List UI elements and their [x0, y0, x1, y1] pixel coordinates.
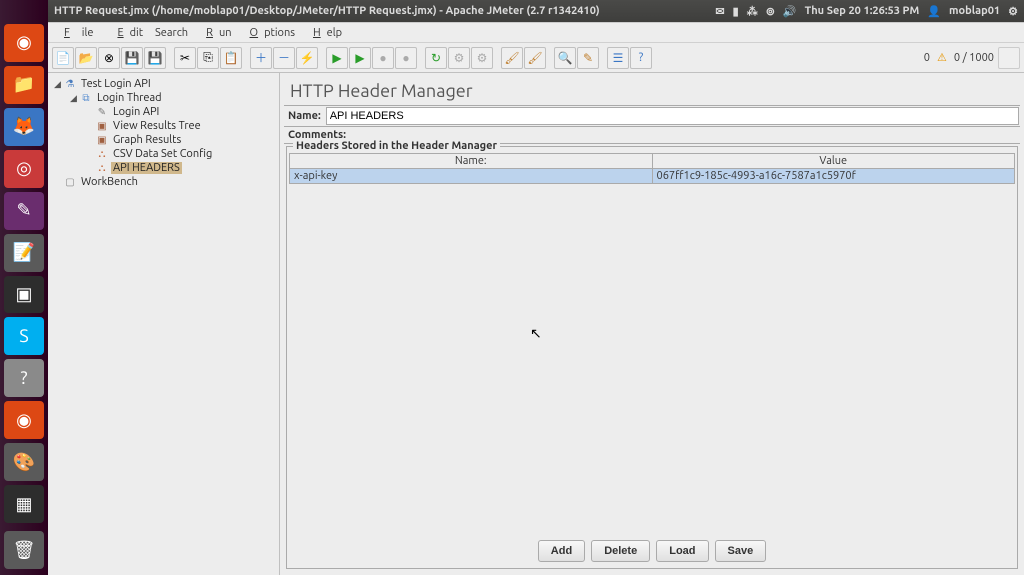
headers-fieldset: Headers Stored in the Header Manager Nam… [286, 146, 1018, 569]
thread-counter: 0 / 1000 [951, 52, 997, 64]
load-button[interactable]: Load [656, 540, 708, 562]
col-name: Name: [290, 154, 653, 169]
table-empty-area[interactable] [289, 184, 1015, 536]
menu-run[interactable]: Run [194, 25, 237, 41]
launcher-dash-icon[interactable]: ◉ [4, 24, 44, 62]
open-button[interactable]: 📂 [75, 47, 97, 69]
config-icon: ⛬ [95, 162, 109, 174]
jmeter-window: File Edit Search Run Options Help 📄 📂 ⊗ … [48, 22, 1024, 575]
clock[interactable]: Thu Sep 20 1:26:53 PM [805, 5, 920, 17]
search-button[interactable]: 🔍 [554, 47, 576, 69]
menu-file[interactable]: File [52, 25, 105, 41]
launcher-skype-icon[interactable]: S [4, 317, 44, 355]
content-panel: HTTP Header Manager Name: Comments: Head… [280, 73, 1024, 575]
user-icon[interactable]: 👤 [927, 5, 941, 18]
tree-toggle-icon[interactable]: ◢ [68, 93, 79, 104]
launcher-ubuntu-icon[interactable]: ◉ [4, 401, 44, 439]
launcher-app-icon[interactable]: ✎ [4, 192, 44, 230]
cell-value[interactable]: 067ff1c9-185c-4993-a16c-7587a1c5970f [652, 169, 1015, 184]
menu-bar: File Edit Search Run Options Help [48, 23, 1024, 43]
save-headers-button[interactable]: Save [715, 540, 767, 562]
name-label: Name: [284, 108, 325, 124]
tree-item-graph-results[interactable]: ▣ Graph Results [84, 133, 277, 147]
cut-button[interactable]: ✂ [174, 47, 196, 69]
cell-name[interactable]: x-api-key [290, 169, 653, 184]
tree-item-csv[interactable]: ⛬ CSV Data Set Config [84, 147, 277, 161]
volume-icon[interactable]: 🔊 [783, 5, 797, 18]
fieldset-legend: Headers Stored in the Header Manager [293, 140, 500, 152]
launcher-gimp-icon[interactable]: 🎨 [4, 443, 44, 481]
thread-icon: ⧉ [79, 92, 93, 104]
tree-toggle-icon[interactable]: ◢ [52, 79, 63, 90]
ubuntu-launcher: ◉ 📁 🦊 ◎ ✎ 📝 ▣ S ? ◉ 🎨 ▦ 🗑 [0, 0, 48, 575]
menu-help[interactable]: Help [301, 25, 348, 41]
tree-thread-group[interactable]: ◢ ⧉ Login Thread [68, 91, 277, 105]
start-button[interactable]: ▶ [326, 47, 348, 69]
menu-options[interactable]: Options [238, 25, 301, 41]
delete-button[interactable]: Delete [591, 540, 650, 562]
workbench-icon: ▢ [63, 176, 77, 188]
function-button[interactable]: ☰ [607, 47, 629, 69]
test-plan-tree: ◢ ⚗ Test Login API ◢ ⧉ Login Thread [48, 73, 280, 575]
clear-all-button[interactable]: ⚙ [448, 47, 470, 69]
gear-icon[interactable]: ⚙ [1008, 5, 1018, 18]
sampler-icon: ✎ [95, 106, 109, 118]
copy-button[interactable]: ⎘ [197, 47, 219, 69]
flask-icon: ⚗ [63, 78, 77, 90]
close-button[interactable]: ⊗ [98, 47, 120, 69]
tree-item-api-headers[interactable]: ⛬ API HEADERS [84, 161, 277, 175]
launcher-help-icon[interactable]: ? [4, 359, 44, 397]
start-remote-button[interactable]: ▶ [349, 47, 371, 69]
launcher-terminal-icon[interactable]: ▣ [4, 276, 44, 314]
warn-count: 0 [921, 52, 933, 64]
tree-item-login-api[interactable]: ✎ Login API [84, 105, 277, 119]
bluetooth-icon[interactable]: ⁂ [747, 5, 758, 18]
shutdown-button[interactable]: ● [395, 47, 417, 69]
top-menu-bar: HTTP Request.jmx (/home/moblap01/Desktop… [48, 0, 1024, 22]
headers-table[interactable]: Name: Value x-api-key 067ff1c9-185c-4993… [289, 153, 1015, 184]
launcher-workspace-icon[interactable]: ▦ [4, 485, 44, 523]
brush2-button[interactable]: 🖌 [524, 47, 546, 69]
col-value: Value [652, 154, 1015, 169]
reset-search-button[interactable]: ✎ [577, 47, 599, 69]
launcher-files-icon[interactable]: 📁 [4, 66, 44, 104]
paste-button[interactable]: 📋 [220, 47, 242, 69]
launcher-chrome-icon[interactable]: ◎ [4, 150, 44, 188]
save-as-button[interactable]: 💾 [144, 47, 166, 69]
launcher-firefox-icon[interactable]: 🦊 [4, 108, 44, 146]
tree-item-view-results[interactable]: ▣ View Results Tree [84, 119, 277, 133]
launcher-text-icon[interactable]: 📝 [4, 234, 44, 272]
launcher-trash-icon[interactable]: 🗑 [4, 531, 44, 569]
brush1-button[interactable]: 🖌 [501, 47, 523, 69]
toolbar: 📄 📂 ⊗ 💾 💾 ✂ ⎘ 📋 ＋ － ⚡ ▶ ▶ ● ● ↻ [48, 43, 1024, 73]
help-button[interactable]: ? [630, 47, 652, 69]
wifi-icon[interactable]: ⊚ [766, 5, 775, 18]
mail-icon[interactable]: ✉ [715, 5, 724, 18]
tree-test-plan[interactable]: ◢ ⚗ Test Login API [52, 77, 277, 91]
save-button[interactable]: 💾 [121, 47, 143, 69]
menu-edit[interactable]: Edit [105, 25, 149, 41]
warn-icon: ⚠ [934, 51, 950, 64]
username[interactable]: moblap01 [949, 5, 1000, 17]
status-indicator [998, 47, 1020, 69]
expand-button[interactable]: ＋ [250, 47, 272, 69]
battery-icon[interactable]: ▮ [733, 5, 739, 18]
graph-icon: ▣ [95, 134, 109, 146]
menu-search[interactable]: Search [149, 25, 194, 41]
panel-title: HTTP Header Manager [284, 77, 1020, 105]
name-input[interactable] [326, 107, 1019, 125]
tree-workbench[interactable]: ▢ WorkBench [52, 175, 277, 189]
stop-button[interactable]: ● [372, 47, 394, 69]
table-row[interactable]: x-api-key 067ff1c9-185c-4993-a16c-7587a1… [290, 169, 1015, 184]
gear-button[interactable]: ⚙ [471, 47, 493, 69]
window-title: HTTP Request.jmx (/home/moblap01/Desktop… [54, 5, 707, 17]
add-button[interactable]: Add [538, 540, 585, 562]
collapse-button[interactable]: － [273, 47, 295, 69]
new-button[interactable]: 📄 [52, 47, 74, 69]
clear-button[interactable]: ↻ [425, 47, 447, 69]
toggle-button[interactable]: ⚡ [296, 47, 318, 69]
results-icon: ▣ [95, 120, 109, 132]
config-icon: ⛬ [95, 148, 109, 160]
